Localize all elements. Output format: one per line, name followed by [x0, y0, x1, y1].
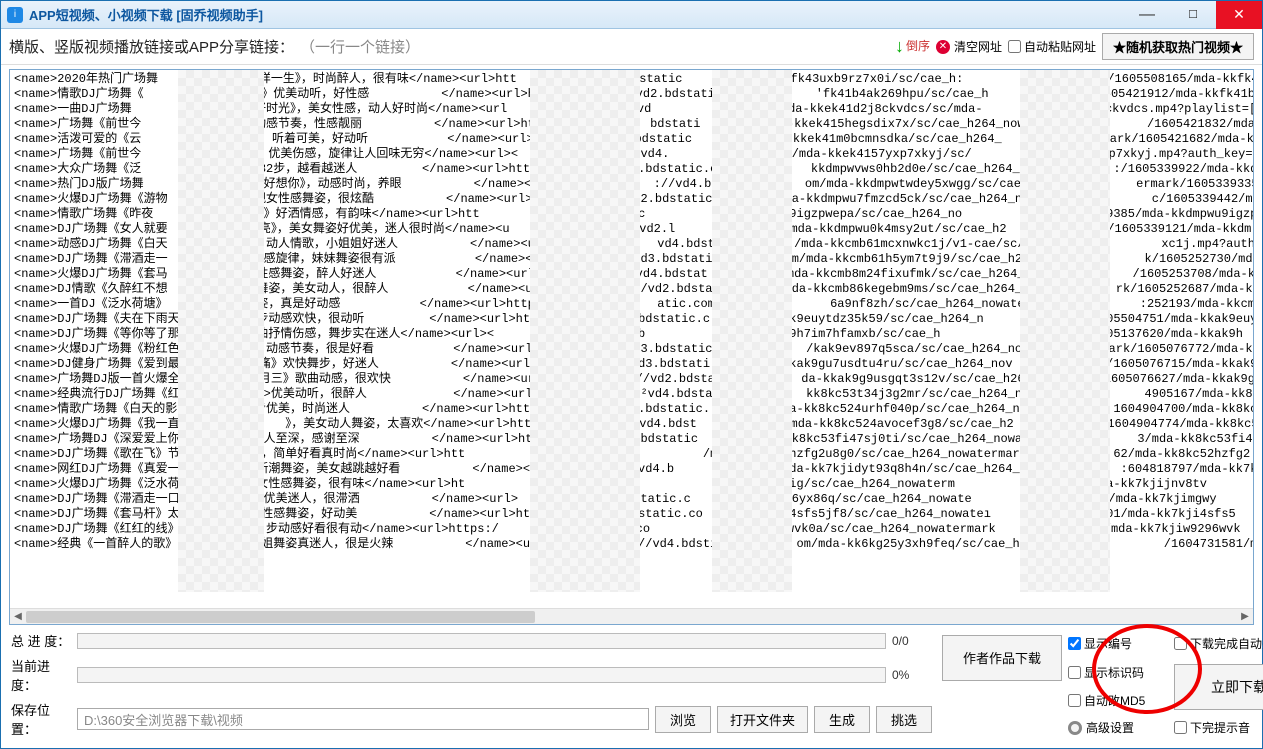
url-textarea[interactable]: <name>2020年热门广场舞 样一生》，时尚醉人，很有味</name><ur…: [10, 70, 1253, 608]
url-toolbar: 横版、竖版视频播放链接或APP分享链接： （一行一个链接） ↓ 倒序 ✕ 清空网…: [1, 29, 1262, 65]
show-id-checkbox[interactable]: 显示标识码: [1068, 664, 1168, 681]
save-path-input[interactable]: D:\360安全浏览器下载\视频: [77, 708, 649, 730]
url-textarea-container: <name>2020年热门广场舞 样一生》，时尚醉人，很有味</name><ur…: [9, 69, 1254, 625]
close-button[interactable]: ✕: [1216, 1, 1262, 29]
sort-button[interactable]: ↓ 倒序: [895, 36, 930, 57]
clear-label: 清空网址: [954, 38, 1002, 55]
right-pane: 作者作品下载 显示编号 显示标识码 自动改MD5 高级设置 下载完成自动关机: [942, 631, 1252, 738]
total-progress-value: 0/0: [892, 634, 932, 648]
clear-urls-button[interactable]: ✕ 清空网址: [936, 38, 1002, 55]
download-now-button[interactable]: 立即下载: [1174, 664, 1263, 710]
show-number-checkbox[interactable]: 显示编号: [1068, 635, 1168, 652]
scroll-track[interactable]: [26, 609, 1237, 625]
clear-x-icon: ✕: [936, 40, 950, 54]
pick-button[interactable]: 挑选: [876, 706, 932, 733]
window-title: APP短视频、小视频下载 [固乔视频助手]: [29, 5, 263, 24]
sort-arrow-icon: ↓: [895, 36, 904, 57]
auto-paste-input[interactable]: [1008, 40, 1021, 53]
current-progress-label: 当前进度：: [11, 656, 71, 694]
scroll-thumb[interactable]: [26, 611, 535, 623]
sort-label: 倒序: [906, 41, 930, 52]
left-pane: 总 进 度： 0/0 当前进度： 0% 保存位置： D:\360安全浏览器下载\…: [11, 631, 932, 738]
generate-button[interactable]: 生成: [814, 706, 870, 733]
titlebar: i APP短视频、小视频下载 [固乔视频助手] — ☐ ✕: [1, 1, 1262, 29]
auto-shutdown-checkbox[interactable]: 下载完成自动关机: [1174, 635, 1263, 652]
save-path-label: 保存位置：: [11, 700, 71, 738]
total-progress-bar: [77, 633, 886, 649]
scroll-right-icon[interactable]: ▶: [1237, 609, 1253, 625]
open-folder-button[interactable]: 打开文件夹: [717, 706, 808, 733]
gear-icon: [1068, 721, 1082, 735]
scroll-left-icon[interactable]: ◀: [10, 609, 26, 625]
total-progress-label: 总 进 度：: [11, 631, 71, 650]
maximize-button[interactable]: ☐: [1170, 1, 1216, 29]
random-hot-button[interactable]: ★随机获取热门视频★: [1102, 33, 1254, 60]
app-icon: i: [7, 7, 23, 23]
auto-paste-checkbox[interactable]: 自动粘贴网址: [1008, 38, 1096, 55]
url-hint: （一行一个链接）: [300, 36, 420, 57]
done-sound-input[interactable]: [1174, 721, 1187, 734]
browse-button[interactable]: 浏览: [655, 706, 711, 733]
show-number-input[interactable]: [1068, 637, 1081, 650]
auto-md5-checkbox[interactable]: 自动改MD5: [1068, 692, 1168, 709]
auto-md5-input[interactable]: [1068, 694, 1081, 707]
bottom-panel: 总 进 度： 0/0 当前进度： 0% 保存位置： D:\360安全浏览器下载\…: [1, 625, 1262, 748]
show-id-input[interactable]: [1068, 666, 1081, 679]
auto-shutdown-input[interactable]: [1174, 637, 1187, 650]
horizontal-scrollbar[interactable]: ◀ ▶: [10, 608, 1253, 624]
advanced-settings-button[interactable]: 高级设置: [1068, 719, 1168, 736]
app-window: i APP短视频、小视频下载 [固乔视频助手] — ☐ ✕ 横版、竖版视频播放链…: [0, 0, 1263, 749]
current-progress-bar: [77, 667, 886, 683]
auto-paste-label: 自动粘贴网址: [1024, 38, 1096, 55]
url-prompt: 横版、竖版视频播放链接或APP分享链接：: [9, 36, 294, 57]
author-works-button[interactable]: 作者作品下载: [942, 635, 1062, 681]
minimize-button[interactable]: —: [1124, 1, 1170, 29]
done-sound-checkbox[interactable]: 下完提示音: [1174, 719, 1263, 736]
current-progress-value: 0%: [892, 668, 932, 682]
